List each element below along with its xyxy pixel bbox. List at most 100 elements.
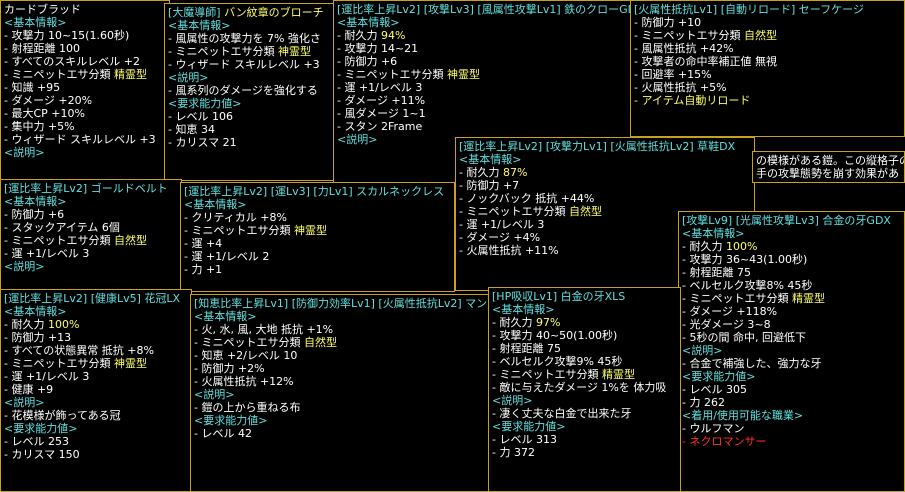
text-segment: [知恵比率上昇Lv1] [防御力効率Lv1] [火属性抵抗Lv2] マント: [194, 297, 490, 310]
stat-line: - 花模様が飾ってある冠: [4, 409, 188, 422]
stat-line: - 火属性抵抗 +12%: [194, 375, 486, 388]
text-segment: - 防御力 +13: [4, 331, 72, 344]
text-segment: - スタックアイテム 6個: [4, 221, 120, 234]
stat-line: - レベル 313: [492, 433, 677, 446]
text-segment: - 力 262: [682, 396, 725, 409]
section-header: <要求能力値>: [492, 420, 566, 433]
text-segment: 神霊型: [293, 224, 327, 237]
text-segment: - レベル 253: [4, 435, 69, 448]
text-segment: 自然型: [113, 234, 147, 247]
stat-line: - 敵に与えたダメージ 1%を 体力吸: [492, 381, 677, 394]
item-title: [攻撃Lv9] [光属性攻撃Lv3] 合金の牙GDX: [682, 214, 901, 227]
text-segment: - 火属性抵抗 +12%: [194, 375, 294, 388]
text-segment: - 合金で補強した、強力な牙: [682, 357, 822, 370]
section-header: <説明>: [4, 396, 45, 409]
text-segment: - 防御力 +6: [337, 55, 398, 68]
section-header: <説明>: [4, 260, 45, 273]
text-segment: 87%: [502, 166, 528, 179]
text-segment: 自然型: [303, 336, 337, 349]
text-segment: 精霊型: [113, 68, 147, 81]
text-segment: - 鎧の上から重ねる布: [194, 401, 301, 414]
text-segment: [運比率上昇Lv2] ゴールドベルト: [4, 182, 168, 195]
text-segment: - レベル 313: [492, 433, 557, 446]
tooltip-mantle: [知恵比率上昇Lv1] [防御力効率Lv1] [火属性抵抗Lv2] マント <基本…: [190, 294, 490, 492]
tooltip-flower-crown-lx: [運比率上昇Lv2] [健康Lv5] 花冠LX <基本情報> - 耐久力 100% -…: [0, 289, 192, 492]
stat-line: - 防御力 +6: [4, 208, 178, 221]
text-segment: - ベルセルク攻撃9% 45秒: [492, 355, 623, 368]
stat-line: - 運 +1/レベル 2: [184, 250, 451, 263]
stat-line: - 力 372: [492, 446, 677, 459]
item-title: の模様がある鎧。この縦格子の: [756, 154, 904, 167]
text-segment: - 力 +1: [184, 263, 223, 276]
stat-line: - ミニペットエサ分類 自然型: [634, 29, 901, 42]
stat-line: - 最大CP +10%: [4, 107, 166, 120]
text-segment: - 風ダメージ 1~1: [337, 107, 426, 120]
stat-line: - 運 +1/レベル 3: [4, 370, 188, 383]
text-segment: - ミニペットエサ分類: [168, 45, 278, 58]
stat-line: - 射程距離 75: [682, 266, 901, 279]
text-segment: 100%: [47, 318, 80, 331]
text-segment: の模様がある鎧。この縦格子の: [756, 154, 905, 167]
text-segment: - レベル 106: [168, 110, 233, 123]
section-header: <説明>: [168, 71, 209, 84]
text-segment: - ミニペットエサ分類: [4, 68, 114, 81]
text-segment: - 健康 +9: [4, 383, 54, 396]
text-segment: - クリティカル +8%: [184, 211, 287, 224]
item-title: [運比率上昇Lv2] [運Lv3] [力Lv1] スカルネックレス: [184, 185, 451, 198]
text-segment: - アイテム自動リロード: [634, 94, 751, 107]
text-segment: - 射程距離 75: [682, 266, 751, 279]
stat-line: - 耐久力 97%: [492, 316, 677, 329]
stat-line: - ミニペットエサ分類 神霊型: [337, 68, 629, 81]
text-segment: - 攻撃者の命中率補正値 無視: [634, 55, 777, 68]
stat-line: - ダメージ +20%: [4, 94, 166, 107]
tooltip-platinum-fang-xls: [HP吸収Lv1] 白金の牙XLS <基本情報> - 耐久力 97% - 攻撃力 40…: [488, 287, 681, 492]
stat-line: - 射程距離 100: [4, 42, 166, 55]
stat-line: - 鎧の上から重ねる布: [194, 401, 486, 414]
text-segment: - 耐久力: [682, 240, 726, 253]
section-header: <基本情報>: [682, 227, 745, 240]
item-title: [大魔導師] バン紋章のブローチ: [168, 6, 332, 19]
text-segment: - ウルフマン: [682, 422, 745, 435]
text-segment: - 運 +1/レベル 3: [459, 218, 545, 231]
text-segment: [火属性抵抗Lv1] [自動リロード] セーフケージ: [634, 3, 864, 16]
text-segment: - すべての状態異常 抵抗 +8%: [4, 344, 154, 357]
text-segment: - 防御力 +10: [634, 16, 702, 29]
text-segment: - 凄く丈夫な白金で出来た牙: [492, 407, 632, 420]
text-segment: - ウィザード スキルレベル +3: [4, 133, 156, 146]
text-segment: - 攻撃力 14~21: [337, 42, 419, 55]
text-segment: - レベル 305: [682, 383, 747, 396]
section-header: <着用/使用可能な職業>: [682, 409, 804, 422]
section-header: <基本情報>: [4, 16, 67, 29]
tooltip-safe-cage: [火属性抵抗Lv1] [自動リロード] セーフケージ - 防御力 +10- ミニペ…: [630, 0, 905, 137]
text-segment: 手の攻撃態勢を崩す効果があ: [756, 167, 899, 180]
text-segment: - カリスマ 150: [4, 448, 80, 461]
stat-line: - レベル 106: [168, 110, 332, 123]
stat-line: - 耐久力 100%: [4, 318, 188, 331]
text-segment: - スタン 2Frame: [337, 120, 423, 133]
text-segment: - ミニペットエサ分類: [634, 29, 744, 42]
text-segment: カードブラッド: [4, 3, 81, 16]
tooltip-skull-necklace: [運比率上昇Lv2] [運Lv3] [力Lv1] スカルネックレス <基本情報> -…: [180, 182, 455, 292]
text-segment: [運比率上昇Lv2] [運Lv3] [力Lv1] スカルネックレス: [184, 185, 445, 198]
item-title: [火属性抵抗Lv1] [自動リロード] セーフケージ: [634, 3, 901, 16]
text-segment: バン紋章のブローチ: [224, 6, 324, 19]
text-segment: - 防御力 +2%: [194, 362, 265, 375]
text-segment: - ミニペットエサ分類: [492, 368, 602, 381]
text-segment: - 力 372: [492, 446, 535, 459]
item-title: [知恵比率上昇Lv1] [防御力効率Lv1] [火属性抵抗Lv2] マント: [194, 297, 489, 310]
text-segment: - 火, 水, 風, 大地 抵抗 +1%: [194, 323, 334, 336]
tooltip-alloy-fang-gdx: [攻撃Lv9] [光属性攻撃Lv3] 合金の牙GDX <基本情報> - 耐久力 10…: [678, 211, 905, 492]
stat-line: - クリティカル +8%: [184, 211, 451, 224]
stat-line: - カリスマ 150: [4, 448, 188, 461]
stat-line: - 集中力 +5%: [4, 120, 166, 133]
text-segment: 自然型: [743, 29, 777, 42]
stat-line: - ダメージ +11%: [337, 94, 629, 107]
text-segment: - 防御力 +7: [459, 179, 520, 192]
stat-line: - ウルフマン: [682, 422, 901, 435]
text-segment: - 射程距離 75: [492, 342, 561, 355]
tooltip-gold-belt: [運比率上昇Lv2] ゴールドベルト <基本情報> - 防御力 +6- スタックアイ…: [0, 179, 182, 291]
text-segment: [運比率上昇Lv2] [攻撃Lv3] [風属性攻撃Lv1] 鉄のクローGDX: [337, 3, 633, 16]
text-segment: - レベル 42: [194, 427, 252, 440]
stat-line: - 光ダメージ 3~8: [682, 318, 901, 331]
stat-line: - 火, 水, 風, 大地 抵抗 +1%: [194, 323, 486, 336]
